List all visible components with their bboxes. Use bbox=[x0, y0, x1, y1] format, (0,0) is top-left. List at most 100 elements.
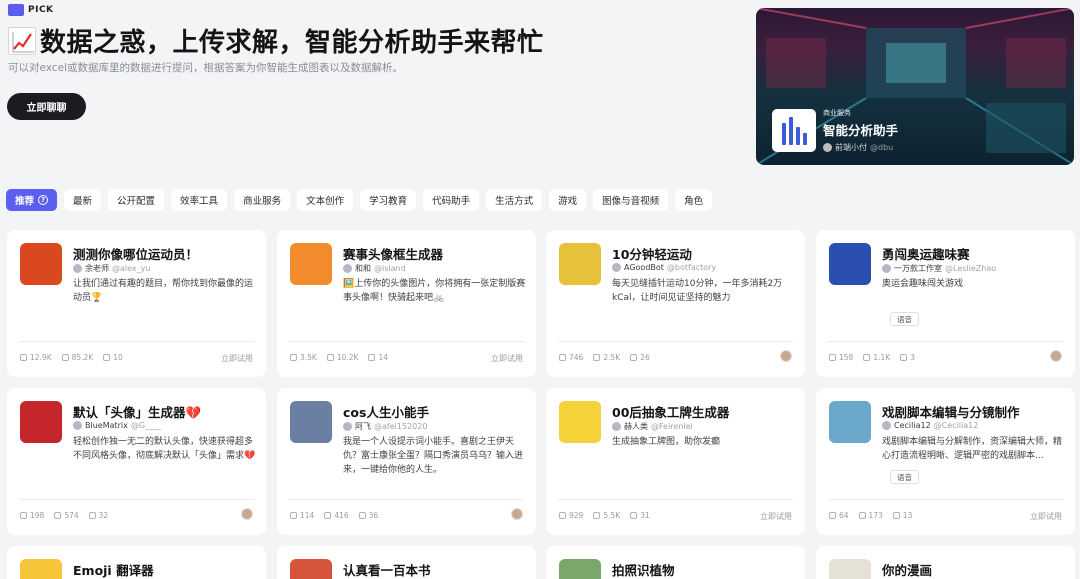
bot-stats: 12.9K 85.2K 10 bbox=[20, 353, 123, 362]
users-stat: 64 bbox=[829, 511, 849, 520]
hero-banner-card[interactable]: 商业服务 智能分析助手 前端小付 @dbu bbox=[756, 8, 1074, 165]
author-handle: @LeslieZhao bbox=[945, 264, 997, 273]
creator-avatar[interactable] bbox=[511, 508, 523, 520]
chats-count: 416 bbox=[334, 511, 349, 520]
users-count: 12.9K bbox=[30, 353, 52, 362]
users-count: 64 bbox=[839, 511, 849, 520]
help-icon[interactable]: ? bbox=[38, 195, 49, 205]
author-avatar bbox=[343, 422, 352, 431]
tab-education[interactable]: 学习教育 bbox=[360, 189, 417, 211]
try-now-link[interactable]: 立即试用 bbox=[221, 353, 253, 364]
bot-card[interactable]: 10分钟轻运动 AGoodBot @botfactory 每天见缝插针运动10分钟，一… bbox=[546, 230, 805, 377]
bot-card[interactable]: 默认「头像」生成器💔 BlueMatrix @G____ 轻松创作独一无二的默认头像，… bbox=[7, 388, 266, 535]
author-handle: @afei152020 bbox=[374, 422, 428, 431]
card-divider bbox=[289, 341, 524, 342]
try-now-link[interactable]: 立即试用 bbox=[491, 353, 523, 364]
star-icon bbox=[358, 512, 366, 519]
author-avatar bbox=[823, 143, 832, 152]
creator-avatar[interactable] bbox=[780, 350, 792, 362]
bot-title: 默认「头像」生成器💔 bbox=[73, 405, 202, 420]
author-avatar bbox=[612, 263, 621, 272]
bot-title: 00后抽象工牌生成器 bbox=[612, 405, 730, 420]
try-now-link[interactable]: 立即试用 bbox=[1030, 511, 1062, 522]
users-count: 746 bbox=[569, 353, 584, 362]
bot-card[interactable]: 认真看一百本书 bbox=[277, 546, 536, 579]
bot-author: 余老师 @alex_yu bbox=[73, 263, 150, 274]
bot-card[interactable]: 00后抽象工牌生成器 赫人类 @Feirenlei 生成抽象工牌图，助你发癫 929 … bbox=[546, 388, 805, 535]
bot-avatar bbox=[829, 401, 871, 443]
stars-stat: 14 bbox=[368, 353, 388, 362]
author-name: BlueMatrix bbox=[85, 421, 128, 430]
stars-count: 31 bbox=[640, 511, 650, 520]
chats-stat: 416 bbox=[324, 511, 349, 520]
bot-card[interactable]: 拍照识植物 bbox=[546, 546, 805, 579]
hero-card-name: 智能分析助手 bbox=[823, 123, 899, 138]
users-icon bbox=[20, 354, 27, 361]
hero-card-author: 前端小付 @dbu bbox=[823, 142, 898, 153]
bot-author: Cecilia12 @Cecilia12 bbox=[882, 421, 978, 430]
users-icon bbox=[290, 354, 297, 361]
tab-business[interactable]: 商业服务 bbox=[234, 189, 291, 211]
users-count: 929 bbox=[569, 511, 584, 520]
chats-count: 85.2K bbox=[71, 353, 94, 362]
author-avatar bbox=[73, 421, 82, 430]
bot-card[interactable]: 赛事头像框生成器 和和 @island 🖼️上传你的头像图片，你将拥有一张定制版赛事头… bbox=[277, 230, 536, 377]
chat-now-button[interactable]: 立即聊聊 bbox=[7, 93, 86, 120]
creator-avatar[interactable] bbox=[1050, 350, 1062, 362]
chats-stat: 2.5K bbox=[593, 353, 620, 362]
tab-recommend[interactable]: 推荐 ? bbox=[6, 189, 58, 211]
tab-writing[interactable]: 文本创作 bbox=[297, 189, 354, 211]
bot-card[interactable]: Emoji 翻译器 bbox=[7, 546, 266, 579]
tab-image-video[interactable]: 图像与音视频 bbox=[593, 189, 669, 211]
author-handle: @Cecilia12 bbox=[933, 421, 979, 430]
hero-bot-info: 商业服务 智能分析助手 前端小付 @dbu bbox=[772, 108, 898, 153]
author-name: AGoodBot bbox=[624, 263, 664, 272]
bot-title: 你的漫画 bbox=[882, 563, 933, 578]
bot-card[interactable]: 测测你像哪位运动员！ 余老师 @alex_yu 让我们通过有趣的题目，帮你找到你最像的… bbox=[7, 230, 266, 377]
tab-games[interactable]: 游戏 bbox=[549, 189, 587, 211]
bot-author: BlueMatrix @G____ bbox=[73, 421, 161, 430]
bot-title: Emoji 翻译器 bbox=[73, 563, 154, 578]
bot-card[interactable]: 勇闯奥运趣味赛 一万款工作室 @LeslieZhao 奥运会趣味闯关游戏 语音 158 … bbox=[816, 230, 1075, 377]
stars-stat: 3 bbox=[900, 353, 915, 362]
tab-lifestyle[interactable]: 生活方式 bbox=[486, 189, 543, 211]
author-name: 前端小付 bbox=[835, 143, 867, 152]
bot-author: 一万款工作室 @LeslieZhao bbox=[882, 263, 996, 274]
tab-roles[interactable]: 角色 bbox=[675, 189, 713, 211]
chat-icon bbox=[54, 512, 62, 519]
try-now-link[interactable]: 立即试用 bbox=[760, 511, 792, 522]
brand-logo[interactable]: PICK bbox=[8, 2, 54, 18]
bot-title: 测测你像哪位运动员！ bbox=[73, 247, 199, 262]
star-icon bbox=[88, 512, 96, 519]
tab-public-config[interactable]: 公开配置 bbox=[108, 189, 165, 211]
author-handle: @botfactory bbox=[666, 263, 717, 272]
author-name: 和和 bbox=[355, 264, 371, 273]
bot-title: 勇闯奥运趣味赛 bbox=[882, 247, 970, 262]
bot-author: 阿飞 @afei152020 bbox=[343, 421, 427, 432]
author-name: Cecilia12 bbox=[894, 421, 931, 430]
tab-latest[interactable]: 最新 bbox=[64, 189, 102, 211]
tab-code[interactable]: 代码助手 bbox=[423, 189, 480, 211]
bar-chart-icon bbox=[772, 109, 816, 152]
users-stat: 198 bbox=[20, 511, 44, 520]
tab-productivity[interactable]: 效率工具 bbox=[171, 189, 228, 211]
author-handle: @Feirenlei bbox=[651, 422, 693, 431]
chats-count: 10.2K bbox=[336, 353, 359, 362]
bot-stats: 64 173 13 bbox=[829, 511, 912, 520]
users-stat: 12.9K bbox=[20, 353, 52, 362]
brand-text: PICK bbox=[28, 5, 54, 15]
stars-count: 13 bbox=[902, 511, 913, 520]
star-icon bbox=[900, 354, 908, 361]
bot-avatar bbox=[20, 401, 62, 443]
users-count: 158 bbox=[839, 353, 854, 362]
users-stat: 3.5K bbox=[290, 353, 317, 362]
bot-avatar bbox=[559, 559, 601, 579]
bot-author: 赫人类 @Feirenlei bbox=[612, 421, 693, 432]
bot-card[interactable]: 你的漫画 bbox=[816, 546, 1075, 579]
chats-count: 574 bbox=[64, 511, 79, 520]
bot-description: 我是一个人设提示词小能手。喜剧之王伊天仇？富士康张全蛋？隔口秀演员乌乌？输入进来… bbox=[343, 437, 524, 475]
bot-card[interactable]: 戏剧脚本编辑与分镜制作 Cecilia12 @Cecilia12 戏剧脚本编辑与分解制… bbox=[816, 388, 1075, 535]
creator-avatar[interactable] bbox=[241, 508, 253, 520]
stars-stat: 10 bbox=[103, 353, 123, 362]
bot-card[interactable]: cos人生小能手 阿飞 @afei152020 我是一个人设提示词小能手。喜剧之王伊天… bbox=[277, 388, 536, 535]
